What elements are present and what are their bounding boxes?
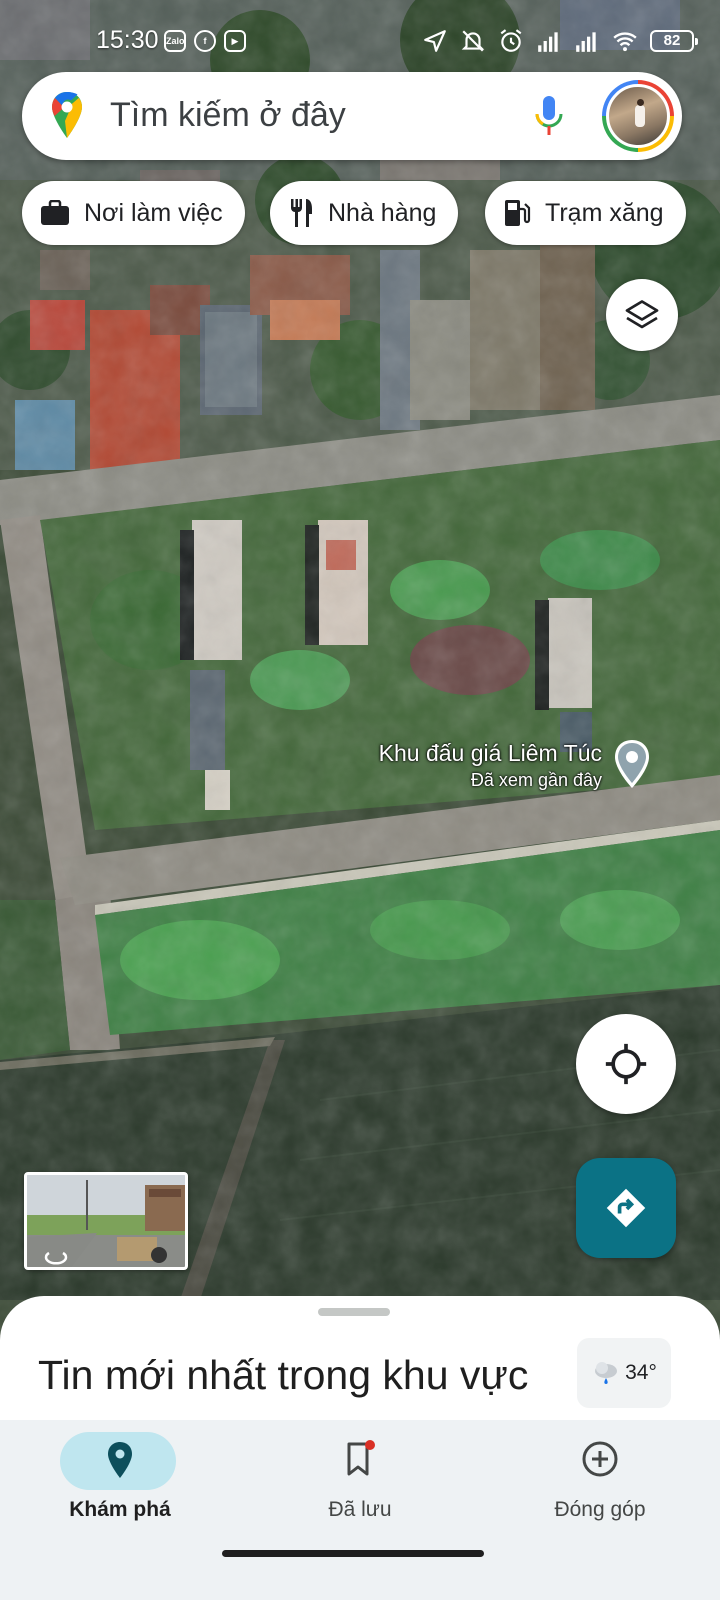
status-bar: 15:30 Zalo f ▶ 82: [0, 22, 720, 62]
place-pin-icon[interactable]: [612, 738, 652, 790]
mute-bell-icon: [461, 30, 485, 52]
search-bar[interactable]: Tìm kiếm ở đây: [22, 72, 682, 160]
chip-workplace[interactable]: Nơi làm việc: [22, 181, 245, 245]
explore-pin-icon: [108, 1442, 132, 1478]
location-arrow-icon: [424, 30, 446, 52]
sheet-title: Tin mới nhất trong khu vực: [38, 1352, 529, 1398]
chip-restaurant[interactable]: Nhà hàng: [270, 181, 459, 245]
facebook-icon: f: [194, 30, 216, 52]
chip-label: Trạm xăng: [545, 198, 664, 227]
layers-icon: [625, 300, 659, 329]
wifi-icon: [613, 32, 637, 52]
nav-label: Khám phá: [69, 1498, 171, 1521]
weather-chip[interactable]: 34°: [577, 1338, 671, 1408]
crosshair-icon: [605, 1043, 647, 1085]
microphone-icon[interactable]: [534, 94, 564, 138]
briefcase-icon: [41, 200, 69, 225]
account-avatar[interactable]: [602, 80, 674, 152]
directions-icon: [606, 1188, 646, 1228]
google-maps-logo-icon: [52, 92, 82, 138]
directions-button[interactable]: [576, 1158, 676, 1258]
video-app-icon: ▶: [224, 30, 246, 52]
avatar-photo: [606, 84, 670, 148]
my-location-button[interactable]: [576, 1014, 676, 1114]
bottom-sheet[interactable]: Tin mới nhất trong khu vực 34°: [0, 1296, 720, 1420]
zalo-icon: Zalo: [164, 30, 186, 52]
bottom-navigation: Khám phá Đã lưu Đóng góp: [0, 1420, 720, 1600]
place-sublabel: Đã xem gần đây: [470, 770, 602, 790]
street-view-photo: [27, 1175, 185, 1267]
search-input[interactable]: Tìm kiếm ở đây: [110, 96, 346, 135]
fork-knife-icon: [291, 199, 312, 227]
chip-gas-station[interactable]: Trạm xăng: [485, 181, 686, 245]
home-indicator[interactable]: [222, 1550, 484, 1557]
chip-label: Nhà hàng: [328, 198, 437, 227]
layers-button[interactable]: [606, 279, 678, 351]
drag-handle[interactable]: [318, 1308, 390, 1316]
bookmark-icon: [347, 1440, 375, 1476]
street-view-thumbnail[interactable]: [24, 1172, 188, 1270]
add-circle-icon: [582, 1441, 618, 1477]
signal-icon-1: [538, 32, 558, 52]
gas-station-icon: [505, 200, 531, 226]
signal-icon-2: [576, 32, 596, 52]
nav-contribute[interactable]: Đóng góp: [480, 1420, 720, 1540]
chip-label: Nơi làm việc: [84, 198, 223, 227]
weather-temp: 34°: [625, 1361, 657, 1384]
cloud-rain-icon: [595, 1362, 618, 1384]
nav-saved[interactable]: Đã lưu: [240, 1420, 480, 1540]
nav-label: Đã lưu: [328, 1498, 392, 1521]
status-time: 15:30: [96, 26, 159, 54]
place-label[interactable]: Khu đấu giá Liêm Túc: [379, 740, 602, 767]
nav-explore[interactable]: Khám phá: [0, 1420, 240, 1540]
battery-indicator: 82: [650, 30, 698, 52]
nav-label: Đóng góp: [554, 1498, 646, 1521]
alarm-icon: [500, 29, 522, 52]
